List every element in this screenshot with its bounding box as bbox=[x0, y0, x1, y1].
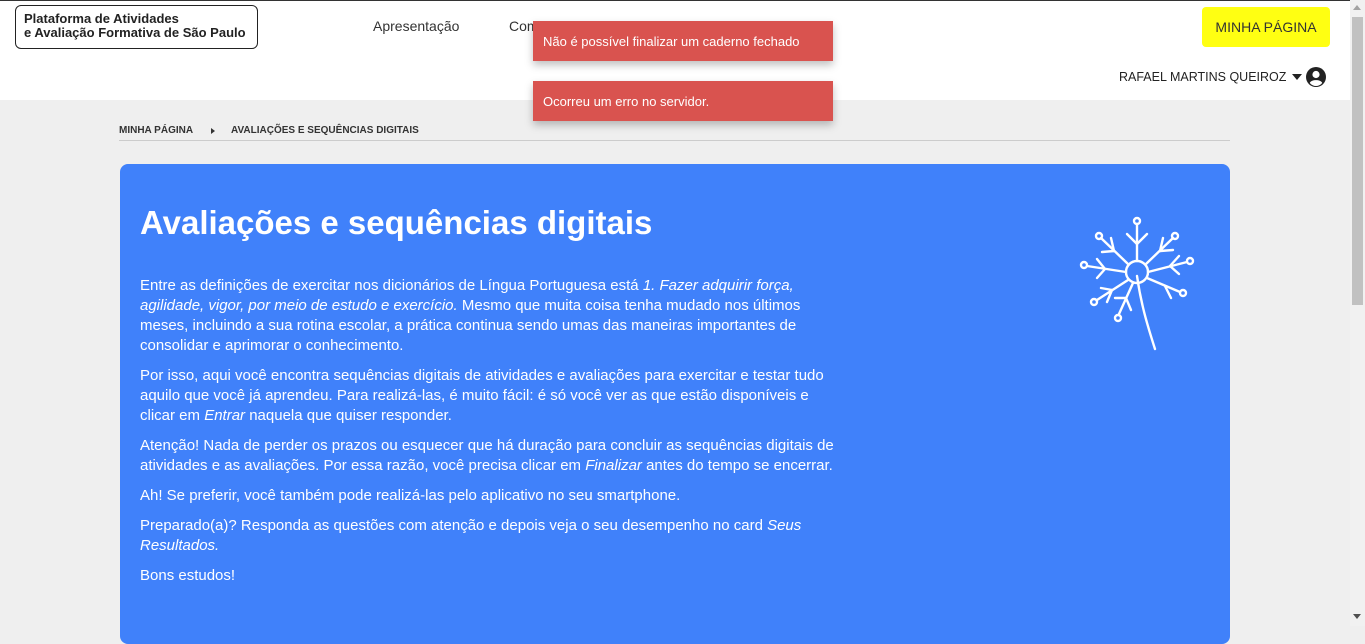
paragraph-2: Por isso, aqui você encontra sequências … bbox=[140, 367, 824, 424]
scroll-up-arrow-icon[interactable] bbox=[1353, 5, 1361, 10]
logo-line-2: e Avaliação Formativa de São Paulo bbox=[24, 25, 246, 40]
scrollbar-thumb[interactable] bbox=[1352, 17, 1363, 305]
user-menu[interactable]: RAFAEL MARTINS QUEIROZ bbox=[1119, 67, 1327, 87]
nav-item-apresentacao[interactable]: Apresentação bbox=[373, 18, 459, 34]
paragraph-3: Atenção! Nada de perder os prazos ou esq… bbox=[140, 437, 834, 474]
intro-card: Avaliações e sequências digitais Entre a… bbox=[120, 164, 1230, 644]
platform-logo[interactable]: Plataforma de Atividades e Avaliação For… bbox=[15, 5, 258, 49]
paragraph-4: Ah! Se preferir, você também pode realiz… bbox=[140, 487, 681, 504]
paragraph-1: Entre as definições de exercitar nos dic… bbox=[140, 277, 801, 354]
paragraph-6: Bons estudos! bbox=[140, 567, 236, 584]
error-toast-caderno-fechado[interactable]: Não é possível finalizar um caderno fech… bbox=[533, 21, 833, 61]
minha-pagina-button[interactable]: MINHA PÁGINA bbox=[1202, 7, 1330, 47]
logo-line-1: Plataforma de Atividades bbox=[24, 11, 179, 26]
user-name: RAFAEL MARTINS QUEIROZ bbox=[1119, 70, 1287, 84]
breadcrumb-current: AVALIAÇÕES E SEQUÊNCIAS DIGITAIS bbox=[231, 125, 419, 136]
user-avatar-icon bbox=[1306, 67, 1327, 87]
caret-down-icon bbox=[1292, 74, 1303, 80]
vertical-scrollbar[interactable] bbox=[1350, 0, 1365, 626]
scroll-down-arrow-icon[interactable] bbox=[1353, 614, 1361, 619]
error-toast-servidor[interactable]: Ocorreu um erro no servidor. bbox=[533, 81, 833, 121]
dandelion-icon bbox=[1079, 216, 1195, 351]
breadcrumb-minha-pagina[interactable]: MINHA PÁGINA bbox=[119, 125, 193, 136]
chevron-right-icon bbox=[211, 128, 215, 134]
page-title: Avaliações e sequências digitais bbox=[140, 204, 653, 241]
paragraph-5: Preparado(a)? Responda as questões com a… bbox=[140, 517, 802, 554]
intro-text: Entre as definições de exercitar nos dic… bbox=[140, 276, 840, 596]
breadcrumb: MINHA PÁGINA AVALIAÇÕES E SEQUÊNCIAS DIG… bbox=[119, 124, 1230, 141]
